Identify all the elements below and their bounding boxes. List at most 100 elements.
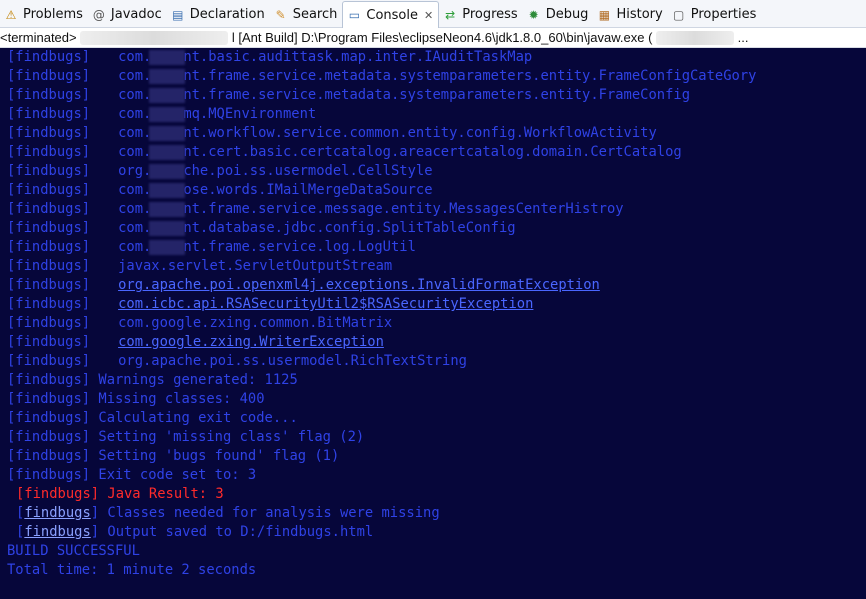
tab-label: Debug xyxy=(545,7,589,22)
redacted-segment xyxy=(149,220,186,236)
tab-label: Declaration xyxy=(189,7,265,22)
findbugs-tag: [findbugs] xyxy=(7,258,91,274)
console-line: [findbugs] org.apache.poi.ss.usermodel.Ri… xyxy=(0,352,866,371)
redacted-segment xyxy=(149,106,186,122)
console-line: [findbugs] Warnings generated: 1125 xyxy=(0,371,866,390)
console-line: Total time: 1 minute 2 seconds xyxy=(0,561,866,580)
console-text: Total time: 1 minute 2 seconds xyxy=(7,562,257,578)
findbugs-tag: [findbugs] xyxy=(7,372,91,388)
tab-label: Problems xyxy=(23,7,83,22)
redacted-launch-name xyxy=(80,31,229,45)
console-line: [findbugs] Missing classes: 400 xyxy=(0,390,866,409)
tab-progress[interactable]: ⇄ Progress xyxy=(439,2,522,27)
findbugs-tag: [findbugs] xyxy=(7,467,91,483)
redacted-segment xyxy=(149,201,186,217)
declaration-icon: ▤ xyxy=(172,7,184,22)
console-text: Setting 'bugs found' flag (1) xyxy=(98,448,340,464)
class-prefix: com. xyxy=(118,144,152,160)
console-text: Warnings generated: 1125 xyxy=(98,372,298,388)
console-text: nt.cert.basic.certcatalog.areacertcatalo… xyxy=(183,144,682,160)
tab-label: History xyxy=(616,7,663,22)
findbugs-tag: [findbugs] xyxy=(7,315,91,331)
findbugs-tag: [findbugs] xyxy=(7,49,91,65)
console-line: [findbugs] com.icbc.api.RSASecurityUtil2$… xyxy=(0,295,866,314)
findbugs-tag: [findbugs] xyxy=(7,353,91,369)
console-text: che.poi.ss.usermodel.CellStyle xyxy=(183,163,433,179)
console-text: Calculating exit code... xyxy=(98,410,298,426)
console-line: [findbugs] com. ose.words.IMailMergeDataSo… xyxy=(0,181,866,200)
class-link[interactable]: com.google.zxing.WriterException xyxy=(118,334,384,350)
console-line: [findbugs] com. nt.frame.service.message.e… xyxy=(0,200,866,219)
console-line: BUILD SUCCESSFUL xyxy=(0,542,866,561)
tab-javadoc[interactable]: @ Javadoc xyxy=(88,2,167,27)
console-line: [findbugs] com. nt.frame.service.log.LogUt… xyxy=(0,238,866,257)
class-prefix: com. xyxy=(118,49,152,65)
status-ellipsis: ... xyxy=(737,30,749,45)
findbugs-tag[interactable]: findbugs xyxy=(24,524,90,540)
tab-debug[interactable]: ✹ Debug xyxy=(523,2,594,27)
search-icon: ✎ xyxy=(275,7,286,22)
findbugs-tag: [findbugs] xyxy=(7,68,91,84)
findbugs-tag: [findbugs] xyxy=(7,87,91,103)
class-prefix: com. xyxy=(118,87,152,103)
console-text: nt.frame.service.metadata.systemparamete… xyxy=(183,68,757,84)
properties-icon: ▢ xyxy=(673,7,685,22)
findbugs-tag: [findbugs] xyxy=(16,486,100,502)
console-text: Output saved to D:/findbugs.html xyxy=(107,524,374,540)
findbugs-tag: [findbugs] xyxy=(7,334,91,350)
tab-search[interactable]: ✎ Search xyxy=(270,2,343,27)
history-icon: ▦ xyxy=(598,7,611,22)
redacted-segment xyxy=(149,68,186,84)
redacted-segment xyxy=(149,182,186,198)
class-prefix: com. xyxy=(118,182,152,198)
tab-history[interactable]: ▦ History xyxy=(593,2,667,27)
findbugs-tag: [findbugs] xyxy=(7,220,91,236)
class-prefix: com. xyxy=(118,125,152,141)
console-text: ose.words.IMailMergeDataSource xyxy=(183,182,433,198)
tab-properties[interactable]: ▢ Properties xyxy=(668,2,762,27)
console-text: org.apache.poi.ss.usermodel.RichTextStri… xyxy=(118,353,467,369)
redacted-segment xyxy=(149,49,186,65)
console-line: [findbugs] Classes needed for analysis w… xyxy=(0,504,866,523)
findbugs-tag: [findbugs] xyxy=(7,429,91,445)
findbugs-tag[interactable]: findbugs xyxy=(24,505,90,521)
console-text: nt.frame.service.log.LogUtil xyxy=(183,239,416,255)
console-text: nt.frame.service.message.entity.Messages… xyxy=(183,201,624,217)
console-line: [findbugs] Setting 'missing class' flag … xyxy=(0,428,866,447)
redacted-segment xyxy=(149,87,186,103)
debug-icon: ✹ xyxy=(528,7,539,22)
findbugs-tag: [findbugs] xyxy=(7,106,91,122)
console-text: BUILD SUCCESSFUL xyxy=(7,543,140,559)
problems-icon: ⚠ xyxy=(5,7,17,22)
terminated-label: <terminated> xyxy=(0,30,77,45)
console-output[interactable]: [findbugs] com. nt.basic.audittask.map.int… xyxy=(0,48,866,599)
close-icon[interactable]: ✕ xyxy=(424,9,433,22)
console-line: [findbugs] com. nt.database.jdbc.config.Sp… xyxy=(0,219,866,238)
console-line: [findbugs] javax.servlet.ServletOutputStr… xyxy=(0,257,866,276)
console-line: [findbugs] Setting 'bugs found' flag (1) xyxy=(0,447,866,466)
findbugs-tag: [findbugs] xyxy=(7,182,91,198)
tab-console[interactable]: ▭ Console ✕ xyxy=(342,1,440,28)
class-prefix: org. xyxy=(118,163,152,179)
console-text: Java Result: 3 xyxy=(107,486,224,502)
tab-problems[interactable]: ⚠ Problems xyxy=(0,2,88,27)
redacted-segment xyxy=(149,163,186,179)
view-tab-bar: ⚠ Problems @ Javadoc ▤ Declaration ✎ Search ▭ Con… xyxy=(0,0,866,28)
findbugs-tag: [findbugs] xyxy=(7,296,91,312)
tag-bracket-close: ] xyxy=(90,505,100,521)
class-link[interactable]: org.apache.poi.openxml4j.exceptions.Inva… xyxy=(118,277,600,293)
console-line: [findbugs] com. nt.cert.basic.certcatalog.… xyxy=(0,143,866,162)
console-text: Exit code set to: 3 xyxy=(98,467,257,483)
console-line: [findbugs] com. mq.MQEnvironment xyxy=(0,105,866,124)
findbugs-tag: [findbugs] xyxy=(7,163,91,179)
console-status-line: <terminated> l [Ant Build] D:\Program Fi… xyxy=(0,28,866,48)
tab-label: Javadoc xyxy=(110,7,162,22)
class-link[interactable]: com.icbc.api.RSASecurityUtil2$RSASecurit… xyxy=(118,296,533,312)
tab-declaration[interactable]: ▤ Declaration xyxy=(167,2,270,27)
console-text: com.google.zxing.common.BitMatrix xyxy=(118,315,393,331)
redacted-segment xyxy=(149,144,186,160)
class-prefix: com. xyxy=(118,106,152,122)
console-line: [findbugs] com.google.zxing.WriterExcepti… xyxy=(0,333,866,352)
class-prefix: com. xyxy=(118,220,152,236)
console-text: nt.basic.audittask.map.inter.IAuditTaskM… xyxy=(183,49,533,65)
